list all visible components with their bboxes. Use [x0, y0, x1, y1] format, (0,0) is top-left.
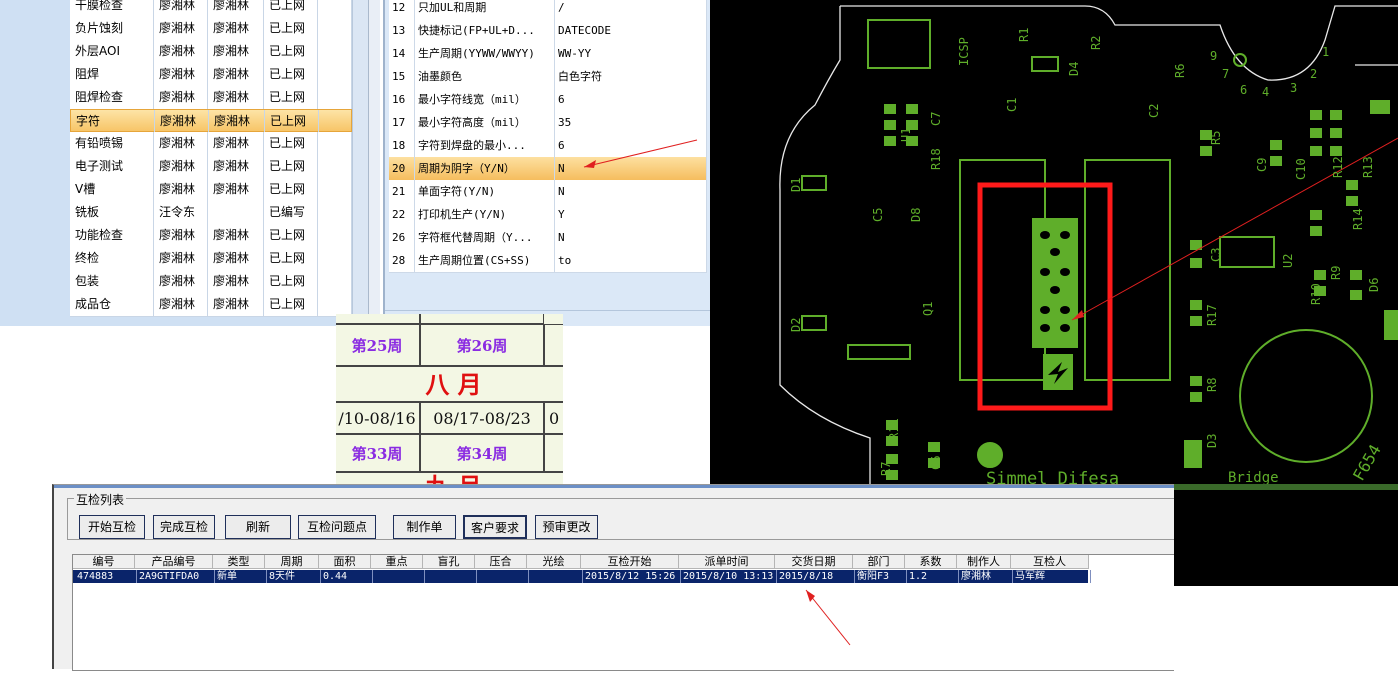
annotation-arrow-head — [584, 160, 596, 168]
annotation-layer — [583, 139, 851, 646]
annotation-arrow-param — [583, 139, 698, 168]
